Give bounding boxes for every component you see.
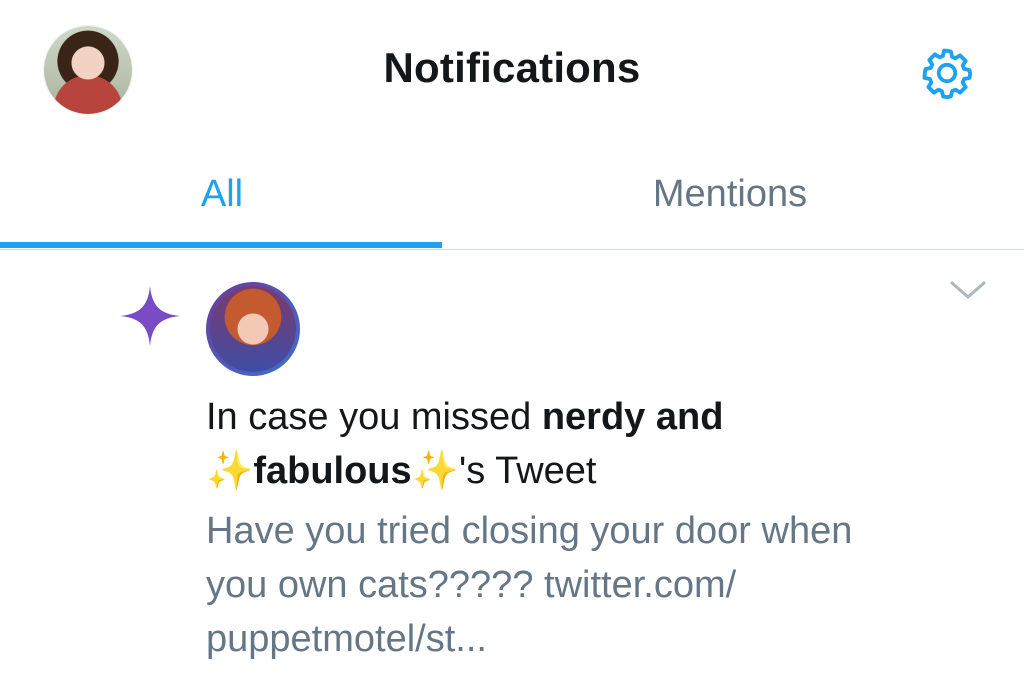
sparkle-icon [120, 286, 180, 346]
tweet-line: you own cats????? twitter.com/ [206, 564, 737, 606]
sparkles-emoji: ✨ [206, 450, 254, 492]
notification-headline: In case you missed nerdy and ✨fabulous✨'… [206, 390, 986, 498]
notification-tabs: All Mentions [0, 140, 1024, 250]
chevron-down-icon[interactable] [948, 278, 988, 302]
gear-icon [922, 48, 973, 100]
tweet-line: Have you tried closing your door when [206, 510, 853, 552]
author-name-part1[interactable]: nerdy and [542, 396, 724, 438]
tab-all[interactable]: All [0, 140, 510, 248]
tweet-line: puppetmotel/st... [206, 618, 487, 660]
headline-prefix: In case you missed [206, 396, 542, 438]
page-title: Notifications [383, 44, 641, 91]
author-name-part2[interactable]: fabulous [253, 450, 411, 492]
active-tab-indicator [0, 242, 442, 248]
header: Notifications [0, 0, 1024, 140]
user-avatar[interactable] [206, 282, 300, 376]
notification-item[interactable]: In case you missed nerdy and ✨fabulous✨'… [0, 250, 1024, 684]
tab-mentions[interactable]: Mentions [474, 140, 986, 248]
headline-suffix: 's Tweet [458, 450, 597, 492]
tweet-preview[interactable]: Have you tried closing your door when yo… [206, 504, 986, 666]
settings-button[interactable] [916, 42, 978, 104]
sparkles-emoji: ✨ [411, 450, 459, 492]
